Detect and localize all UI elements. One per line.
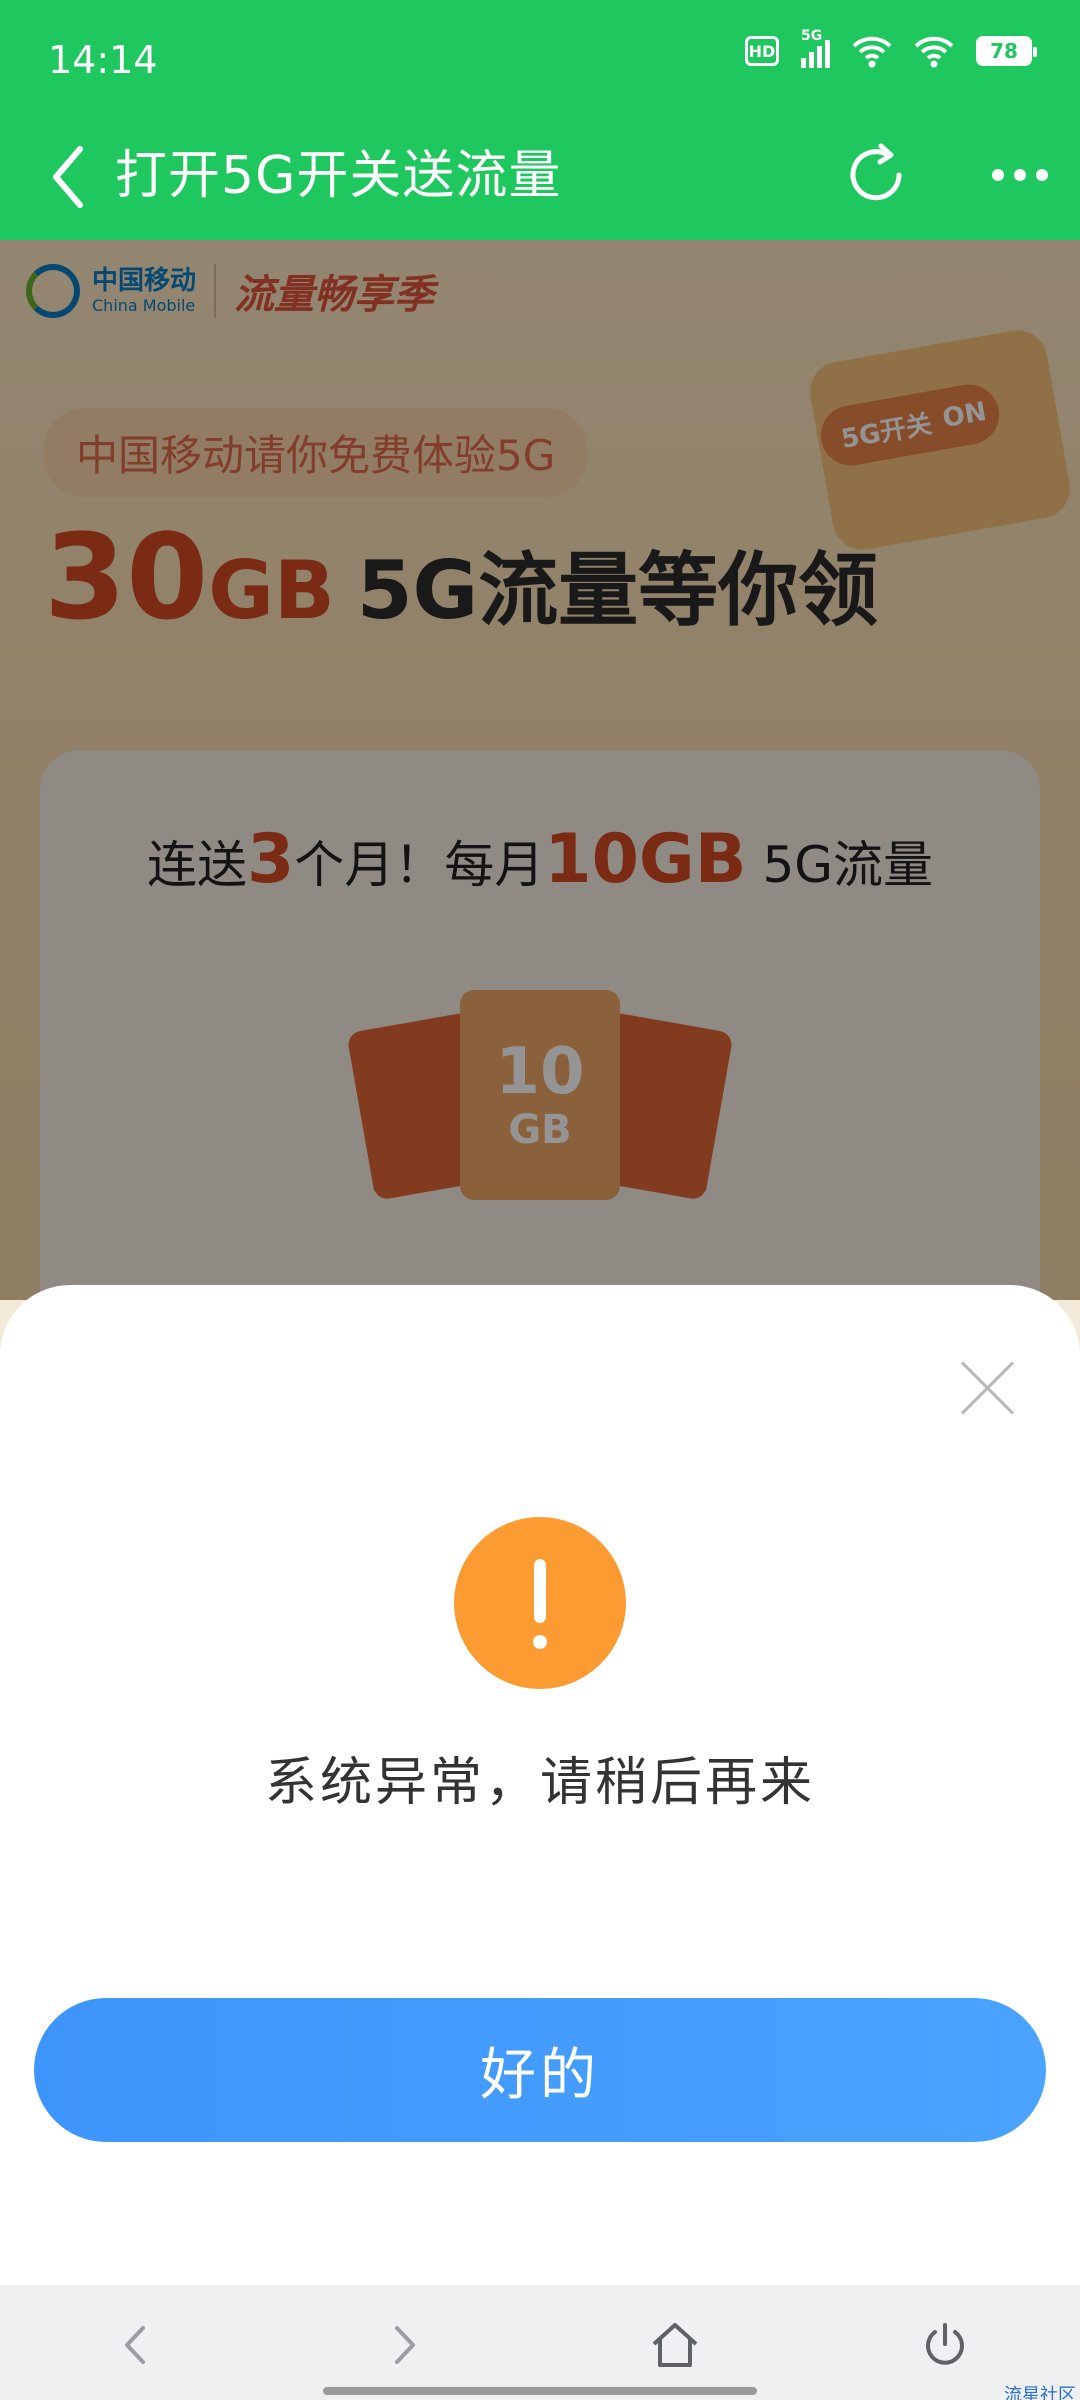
forward-arrow-icon (395, 2326, 415, 2364)
watermark: 流星社区 (1004, 2385, 1076, 2400)
error-dialog: 系统异常，请稍后再来 好的 (0, 1285, 1080, 2285)
browser-toolbar: 流星社区 (0, 2285, 1080, 2400)
more-button[interactable] (980, 130, 1060, 220)
warning-icon (454, 1517, 626, 1689)
power-icon (926, 2323, 964, 2365)
battery-icon: 78 (976, 36, 1037, 66)
home-indicator[interactable] (323, 2387, 757, 2395)
dim-overlay[interactable] (0, 240, 1080, 1300)
nav-bar: 打开5G开关送流量 (0, 118, 1080, 240)
close-icon[interactable] (950, 1350, 1025, 1425)
more-dots-icon (992, 169, 1004, 181)
back-arrow-icon (125, 2326, 145, 2364)
ok-button[interactable]: 好的 (34, 1998, 1046, 2142)
page-title: 打开5G开关送流量 (115, 146, 562, 206)
wifi-icon (914, 36, 954, 68)
browser-back-button[interactable] (90, 2305, 180, 2385)
wifi-plus-icon (852, 36, 892, 68)
back-button[interactable] (38, 132, 98, 222)
browser-exit-button[interactable] (900, 2305, 990, 2385)
error-message: 系统异常，请稍后再来 (264, 1753, 815, 1813)
refresh-button[interactable] (836, 130, 916, 220)
status-icons: HD 5G 78 (745, 28, 1037, 68)
cellular-signal-icon: 5G (801, 28, 830, 68)
hd-icon: HD (745, 36, 779, 66)
browser-forward-button[interactable] (360, 2305, 450, 2385)
status-bar: 14:14 HD 5G 78 (0, 0, 1080, 118)
app-header: 14:14 HD 5G 78 打开5G开关送流量 (0, 0, 1080, 240)
home-icon (652, 2323, 698, 2367)
browser-home-button[interactable] (630, 2305, 720, 2385)
status-time: 14:14 (48, 38, 158, 82)
chevron-left-icon (53, 146, 83, 208)
refresh-icon (850, 143, 902, 201)
